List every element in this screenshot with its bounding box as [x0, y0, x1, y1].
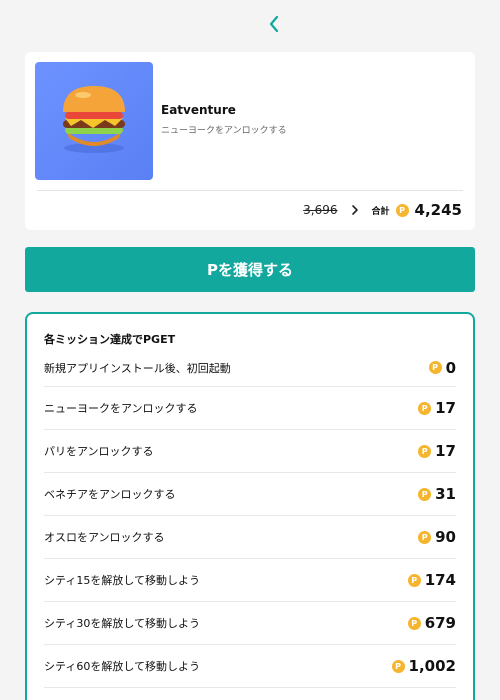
chevron-left-icon — [269, 15, 279, 33]
mission-reward-value: 0 — [445, 358, 456, 377]
missions-panel: 各ミッション達成でPGET 新規アプリインストール後、初回起動 P 0 ニューヨークを… — [25, 312, 475, 700]
back-button[interactable] — [262, 10, 286, 38]
point-coin-icon: P — [418, 487, 432, 501]
mission-row: シティ15を解放して移動しよう P 174 — [44, 559, 456, 602]
app-card: Eatventure ニューヨークをアンロックする 3,696 合計 P 4,2… — [25, 52, 475, 230]
mission-list: 新規アプリインストール後、初回起動 P 0 ニューヨークをアンロックする P 17 パリをア… — [44, 349, 456, 688]
mission-reward-value: 17 — [435, 399, 456, 417]
mission-label: ニューヨークをアンロックする — [44, 402, 198, 415]
mission-reward-value: 31 — [435, 485, 456, 503]
mission-label: 新規アプリインストール後、初回起動 — [44, 361, 231, 375]
chevron-right-icon — [348, 203, 362, 217]
point-coin-icon: P — [407, 616, 421, 630]
mission-reward: P 679 — [407, 614, 456, 632]
mission-label: オスロをアンロックする — [44, 531, 165, 544]
mission-reward: P 31 — [418, 485, 456, 503]
mission-label: シティ30を解放して移動しよう — [44, 617, 201, 630]
mission-row: パリをアンロックする P 17 — [44, 430, 456, 473]
mission-label: シティ60を解放して移動しよう — [44, 660, 201, 673]
app-name: Eatventure — [161, 103, 236, 117]
point-coin-icon: P — [428, 361, 442, 374]
price-row: 3,696 合計 P 4,245 — [303, 200, 462, 220]
mission-row: シティ60を解放して移動しよう P 1,002 — [44, 645, 456, 688]
point-coin-icon: P — [418, 401, 432, 415]
mission-label: シティ15を解放して移動しよう — [44, 574, 201, 587]
mission-reward-value: 1,002 — [408, 657, 456, 675]
point-coin-icon: P — [407, 573, 421, 587]
mission-label: パリをアンロックする — [44, 445, 154, 458]
get-points-button[interactable]: Pを獲得する — [25, 247, 475, 292]
mission-row: ニューヨークをアンロックする P 17 — [44, 387, 456, 430]
mission-reward: P 17 — [418, 399, 456, 417]
total-label: 合計 — [371, 206, 390, 217]
point-coin-icon: P — [418, 530, 432, 544]
mission-reward-value: 90 — [435, 528, 456, 546]
mission-reward-value: 679 — [424, 614, 456, 632]
old-price: 3,696 — [303, 203, 338, 217]
mission-label: ベネチアをアンロックする — [44, 488, 176, 501]
point-coin-icon: P — [395, 203, 409, 217]
app-subtitle: ニューヨークをアンロックする — [161, 126, 287, 136]
mission-reward-value: 174 — [424, 571, 456, 589]
mission-row: ベネチアをアンロックする P 31 — [44, 473, 456, 516]
mission-reward: P 90 — [418, 528, 456, 546]
mission-reward: P 174 — [407, 571, 456, 589]
mission-reward: P0 — [428, 358, 456, 377]
mission-reward-value: 17 — [435, 442, 456, 460]
mission-row: 新規アプリインストール後、初回起動 P 0 — [44, 349, 456, 387]
point-coin-icon: P — [418, 444, 432, 458]
mission-reward: P 1,002 — [391, 657, 456, 675]
point-coin-icon: P — [391, 659, 405, 673]
total-value: 4,245 — [414, 201, 462, 219]
burger-icon[interactable] — [35, 62, 153, 180]
mission-row: シティ30を解放して移動しよう P 679 — [44, 602, 456, 645]
missions-title: 各ミッション達成でPGET — [44, 333, 176, 346]
mission-row: オスロをアンロックする P 90 — [44, 516, 456, 559]
divider — [37, 190, 463, 191]
mission-reward: P 17 — [418, 442, 456, 460]
